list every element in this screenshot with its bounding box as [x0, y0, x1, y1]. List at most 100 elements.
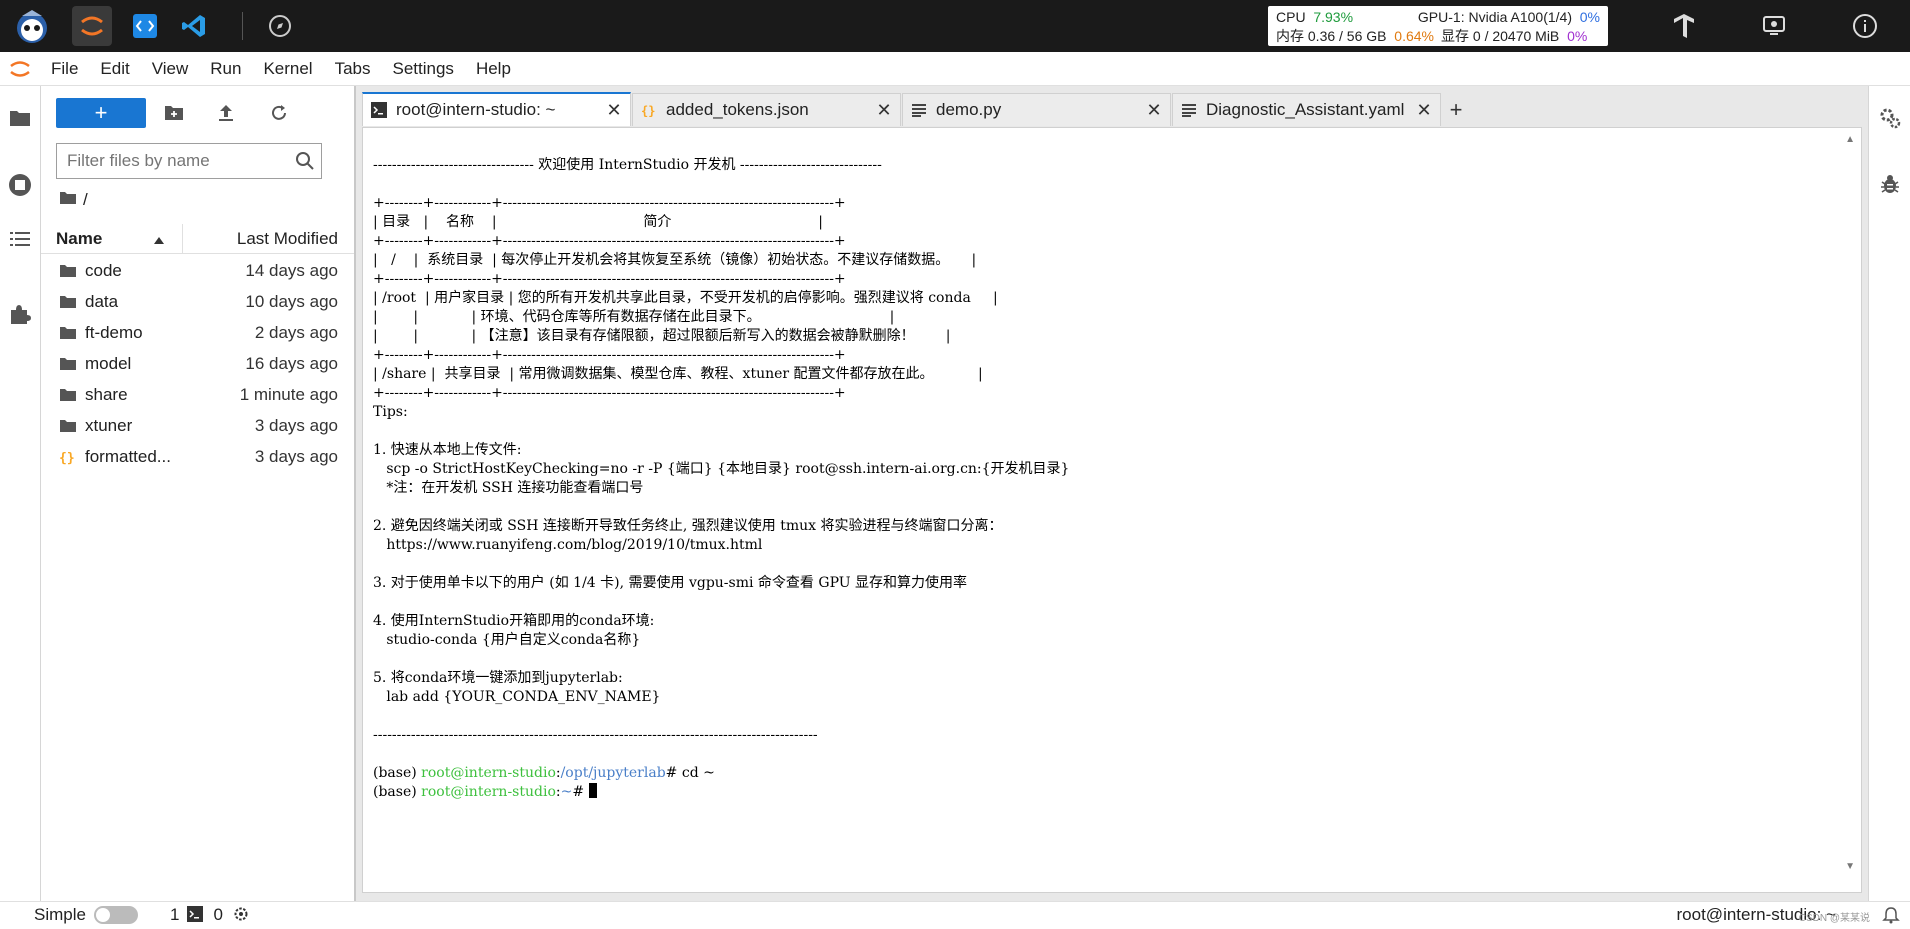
- file-modified: 1 minute ago: [239, 384, 338, 404]
- file-name: model: [85, 353, 132, 373]
- file-browser-panel: + / Name Last Modified code 14 d: [41, 86, 356, 901]
- terminal-lines: ---------------------------------- 欢迎使用 …: [373, 157, 1070, 743]
- last-modified-column-label: Last Modified: [236, 228, 338, 248]
- new-launcher-label: +: [94, 100, 108, 125]
- tab-diagnostic-assistant-yaml[interactable]: Diagnostic_Assistant.yaml ✕: [1172, 93, 1441, 126]
- file-row-data[interactable]: data 10 days ago: [41, 286, 354, 317]
- tab-label: root@intern-studio: ~: [396, 100, 556, 119]
- left-sidebar-rail: [0, 86, 41, 901]
- prompt-command: # cd ~: [665, 765, 715, 781]
- property-inspector-gears-icon[interactable]: [1876, 104, 1904, 132]
- status-bar: Simple 1 0 root@intern-studio: ~ CSDN @某…: [0, 901, 1910, 928]
- scroll-up-arrow-icon[interactable]: ▲: [1845, 134, 1855, 145]
- close-tab-icon[interactable]: ✕: [1416, 100, 1432, 121]
- file-row-code[interactable]: code 14 days ago: [41, 255, 354, 286]
- info-icon[interactable]: [1845, 6, 1885, 46]
- filter-files-input[interactable]: [57, 144, 287, 178]
- file-row-model[interactable]: model 16 days ago: [41, 348, 354, 379]
- right-sidebar-rail: [1868, 86, 1910, 901]
- terminal-icon: [371, 102, 387, 118]
- new-folder-icon[interactable]: [159, 98, 189, 128]
- file-row-share[interactable]: share 1 minute ago: [41, 379, 354, 410]
- file-row-xtuner[interactable]: xtuner 3 days ago: [41, 410, 354, 441]
- file-name: ft-demo: [85, 322, 143, 342]
- name-column-header[interactable]: Name: [41, 223, 183, 254]
- tab-label: added_tokens.json: [666, 100, 809, 119]
- file-name: xtuner: [85, 415, 133, 435]
- tab-terminal[interactable]: root@intern-studio: ~ ✕: [362, 92, 631, 126]
- folder-icon: [59, 294, 77, 310]
- json-file-icon: {}: [59, 449, 77, 465]
- breadcrumb-root[interactable]: /: [83, 190, 88, 210]
- resource-monitor: CPU 7.93% GPU-1: Nvidia A100(1/4) 0% 内存 …: [1268, 6, 1608, 46]
- simple-mode-toggle[interactable]: [93, 906, 138, 924]
- intern-mascot-logo-icon[interactable]: [12, 6, 52, 46]
- notification-bell-icon[interactable]: [1882, 906, 1900, 929]
- svg-text:{}: {}: [59, 451, 75, 465]
- compass-icon[interactable]: [260, 6, 300, 46]
- jupyter-app-icon[interactable]: [72, 6, 112, 46]
- terminal-cursor: [588, 783, 597, 798]
- search-icon: [295, 151, 315, 176]
- tab-label: demo.py: [936, 100, 1002, 119]
- running-kernels-icon[interactable]: [6, 171, 34, 199]
- tab-added-tokens-json[interactable]: {} added_tokens.json ✕: [632, 93, 901, 126]
- svg-text:{}: {}: [641, 104, 655, 118]
- new-launcher-button[interactable]: +: [56, 98, 146, 128]
- prompt-env: (base): [373, 765, 422, 781]
- file-modified: 3 days ago: [254, 446, 338, 466]
- json-icon: {}: [641, 102, 657, 118]
- folder-icon: [59, 418, 77, 434]
- close-tab-icon[interactable]: ✕: [606, 100, 622, 121]
- table-of-contents-icon[interactable]: [6, 225, 34, 253]
- folder-icon[interactable]: [59, 190, 77, 210]
- last-modified-column-header[interactable]: Last Modified: [183, 229, 354, 249]
- monitor-settings-icon[interactable]: [1754, 6, 1794, 46]
- tab-label: Diagnostic_Assistant.yaml: [1206, 100, 1405, 119]
- upload-icon[interactable]: [211, 98, 241, 128]
- prompt-path: /opt/jupyterlab: [560, 765, 666, 781]
- menu-run[interactable]: Run: [199, 52, 252, 86]
- close-tab-icon[interactable]: ✕: [876, 100, 892, 121]
- add-tab-button[interactable]: +: [1442, 93, 1470, 126]
- menu-bar: File Edit View Run Kernel Tabs Settings …: [0, 52, 1910, 86]
- refresh-icon[interactable]: [264, 98, 294, 128]
- gpu-value: 0%: [1579, 9, 1600, 25]
- vram-value: 0%: [1567, 28, 1588, 44]
- extensions-puzzle-icon[interactable]: [6, 300, 34, 328]
- text-file-icon: [1181, 102, 1197, 118]
- close-tab-icon[interactable]: ✕: [1146, 100, 1162, 121]
- jupyter-logo-icon: [0, 52, 40, 86]
- file-name: data: [85, 291, 119, 311]
- file-modified: 14 days ago: [245, 260, 338, 280]
- tensorflow-icon[interactable]: [1664, 6, 1704, 46]
- menu-file[interactable]: File: [40, 52, 89, 86]
- file-modified: 16 days ago: [245, 353, 338, 373]
- memory-value: 0.64%: [1394, 28, 1434, 44]
- main-dock-area: root@intern-studio: ~ ✕ {} added_tokens.…: [356, 86, 1868, 901]
- menu-edit[interactable]: Edit: [89, 52, 140, 86]
- folder-icon: [59, 356, 77, 372]
- menu-help[interactable]: Help: [465, 52, 522, 86]
- scroll-down-arrow-icon[interactable]: ▼: [1845, 861, 1855, 872]
- kernel-count: 0: [213, 905, 223, 924]
- folder-icon: [59, 387, 77, 403]
- file-row-formatted[interactable]: {} formatted... 3 days ago: [41, 441, 354, 472]
- kernel-status-gear-icon[interactable]: [233, 905, 249, 925]
- menu-view[interactable]: View: [141, 52, 200, 86]
- breadcrumb: /: [59, 190, 88, 210]
- vscode-app-icon[interactable]: [174, 6, 214, 46]
- file-row-ft-demo[interactable]: ft-demo 2 days ago: [41, 317, 354, 348]
- menu-settings[interactable]: Settings: [382, 52, 465, 86]
- text-file-icon: [911, 102, 927, 118]
- terminal-output: ---------------------------------- 欢迎使用 …: [373, 156, 1069, 802]
- file-modified: 3 days ago: [254, 415, 338, 435]
- terminal-panel[interactable]: ---------------------------------- 欢迎使用 …: [362, 127, 1862, 893]
- debugger-bug-icon[interactable]: [1876, 170, 1904, 198]
- tab-demo-py[interactable]: demo.py ✕: [902, 93, 1171, 126]
- menu-tabs[interactable]: Tabs: [324, 52, 382, 86]
- menu-kernel[interactable]: Kernel: [252, 52, 323, 86]
- folder-icon[interactable]: [6, 104, 34, 132]
- code-editor-app-icon[interactable]: [125, 6, 165, 46]
- terminal-small-icon[interactable]: [187, 905, 204, 925]
